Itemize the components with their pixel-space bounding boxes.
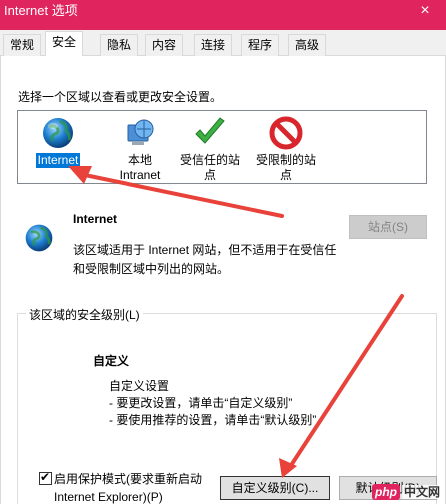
checkmark-icon: ✔	[40, 470, 51, 484]
tab-advanced[interactable]: 高级	[288, 34, 327, 56]
selected-zone-globe-icon	[25, 224, 53, 252]
tab-general[interactable]: 常规	[3, 34, 42, 56]
watermark-brand: php	[371, 484, 400, 500]
zone-desc-line1: 该区域适用于 Internet 网站，但不适用于在受信任	[73, 243, 337, 257]
security-level-legend: 该区域的安全级别(L)	[26, 306, 143, 323]
intranet-icon	[127, 119, 154, 145]
tab-security[interactable]: 安全	[45, 31, 84, 57]
zone-desc-line2: 和受限制区域中列出的网站。	[73, 262, 230, 276]
protected-mode-checkbox[interactable]: ✔	[39, 470, 52, 485]
zone-label: 受信任的站	[179, 153, 240, 167]
tab-programs[interactable]: 程序	[241, 34, 280, 56]
zone-intranet[interactable]: 本地 Intranet	[102, 115, 178, 183]
tab-content[interactable]: 内容	[145, 34, 184, 56]
security-level-description: 自定义设置 - 要更改设置，请单击“自定义级别” - 要使用推荐的设置，请单击“…	[109, 378, 316, 429]
window-title: Internet 选项	[4, 3, 78, 18]
watermark: php 中文网	[371, 483, 442, 500]
zone-internet[interactable]: Internet	[20, 115, 96, 168]
zone-label: Internet	[35, 153, 81, 168]
tab-privacy[interactable]: 隐私	[100, 34, 139, 56]
globe-icon	[43, 118, 73, 148]
zone-prompt: 选择一个区域以查看或更改安全设置。	[18, 90, 223, 104]
selected-zone-title: Internet	[73, 212, 118, 226]
protected-mode-line1: 启用保护模式(要求重新启动	[54, 472, 202, 486]
zone-trusted[interactable]: 受信任的站 点	[172, 115, 248, 183]
zone-label: 受限制的站	[255, 153, 316, 167]
zone-label-line2: Intranet	[119, 168, 161, 182]
close-icon[interactable]: ×	[410, 0, 440, 22]
selected-zone-description: 该区域适用于 Internet 网站，但不适用于在受信任 和受限制区域中列出的网…	[73, 241, 373, 279]
prohibited-icon	[269, 116, 303, 150]
checkmark-icon	[195, 117, 225, 144]
protected-mode-line2: Internet Explorer)(P)	[54, 490, 163, 504]
zone-label-line2: 点	[279, 168, 292, 182]
title-bar: Internet 选项 ×	[0, 0, 446, 30]
protected-mode-label[interactable]: 启用保护模式(要求重新启动 Internet Explorer)(P)	[54, 470, 202, 504]
custom-level-button[interactable]: 自定义级别(C)...	[220, 476, 330, 500]
zone-label: 本地	[127, 153, 152, 167]
level-desc-line: - 要使用推荐的设置，请单击“默认级别”	[109, 413, 317, 427]
level-desc-line: 自定义设置	[109, 379, 170, 393]
tab-connections[interactable]: 连接	[194, 34, 233, 56]
zone-restricted[interactable]: 受限制的站 点	[248, 115, 324, 183]
zone-label-line2: 点	[203, 168, 216, 182]
watermark-site: 中文网	[401, 485, 442, 499]
security-level-title: 自定义	[93, 354, 130, 368]
sites-button[interactable]: 站点(S)	[349, 215, 427, 239]
tab-bar: 常规 安全 隐私 内容 连接 程序 高级	[0, 30, 446, 57]
security-panel: 选择一个区域以查看或更改安全设置。 Internet 本地 Intranet 受…	[0, 56, 446, 504]
level-desc-line: - 要更改设置，请单击“自定义级别”	[109, 396, 293, 410]
zone-list: Internet 本地 Intranet 受信任的站 点 受限制的站 点	[17, 110, 427, 184]
